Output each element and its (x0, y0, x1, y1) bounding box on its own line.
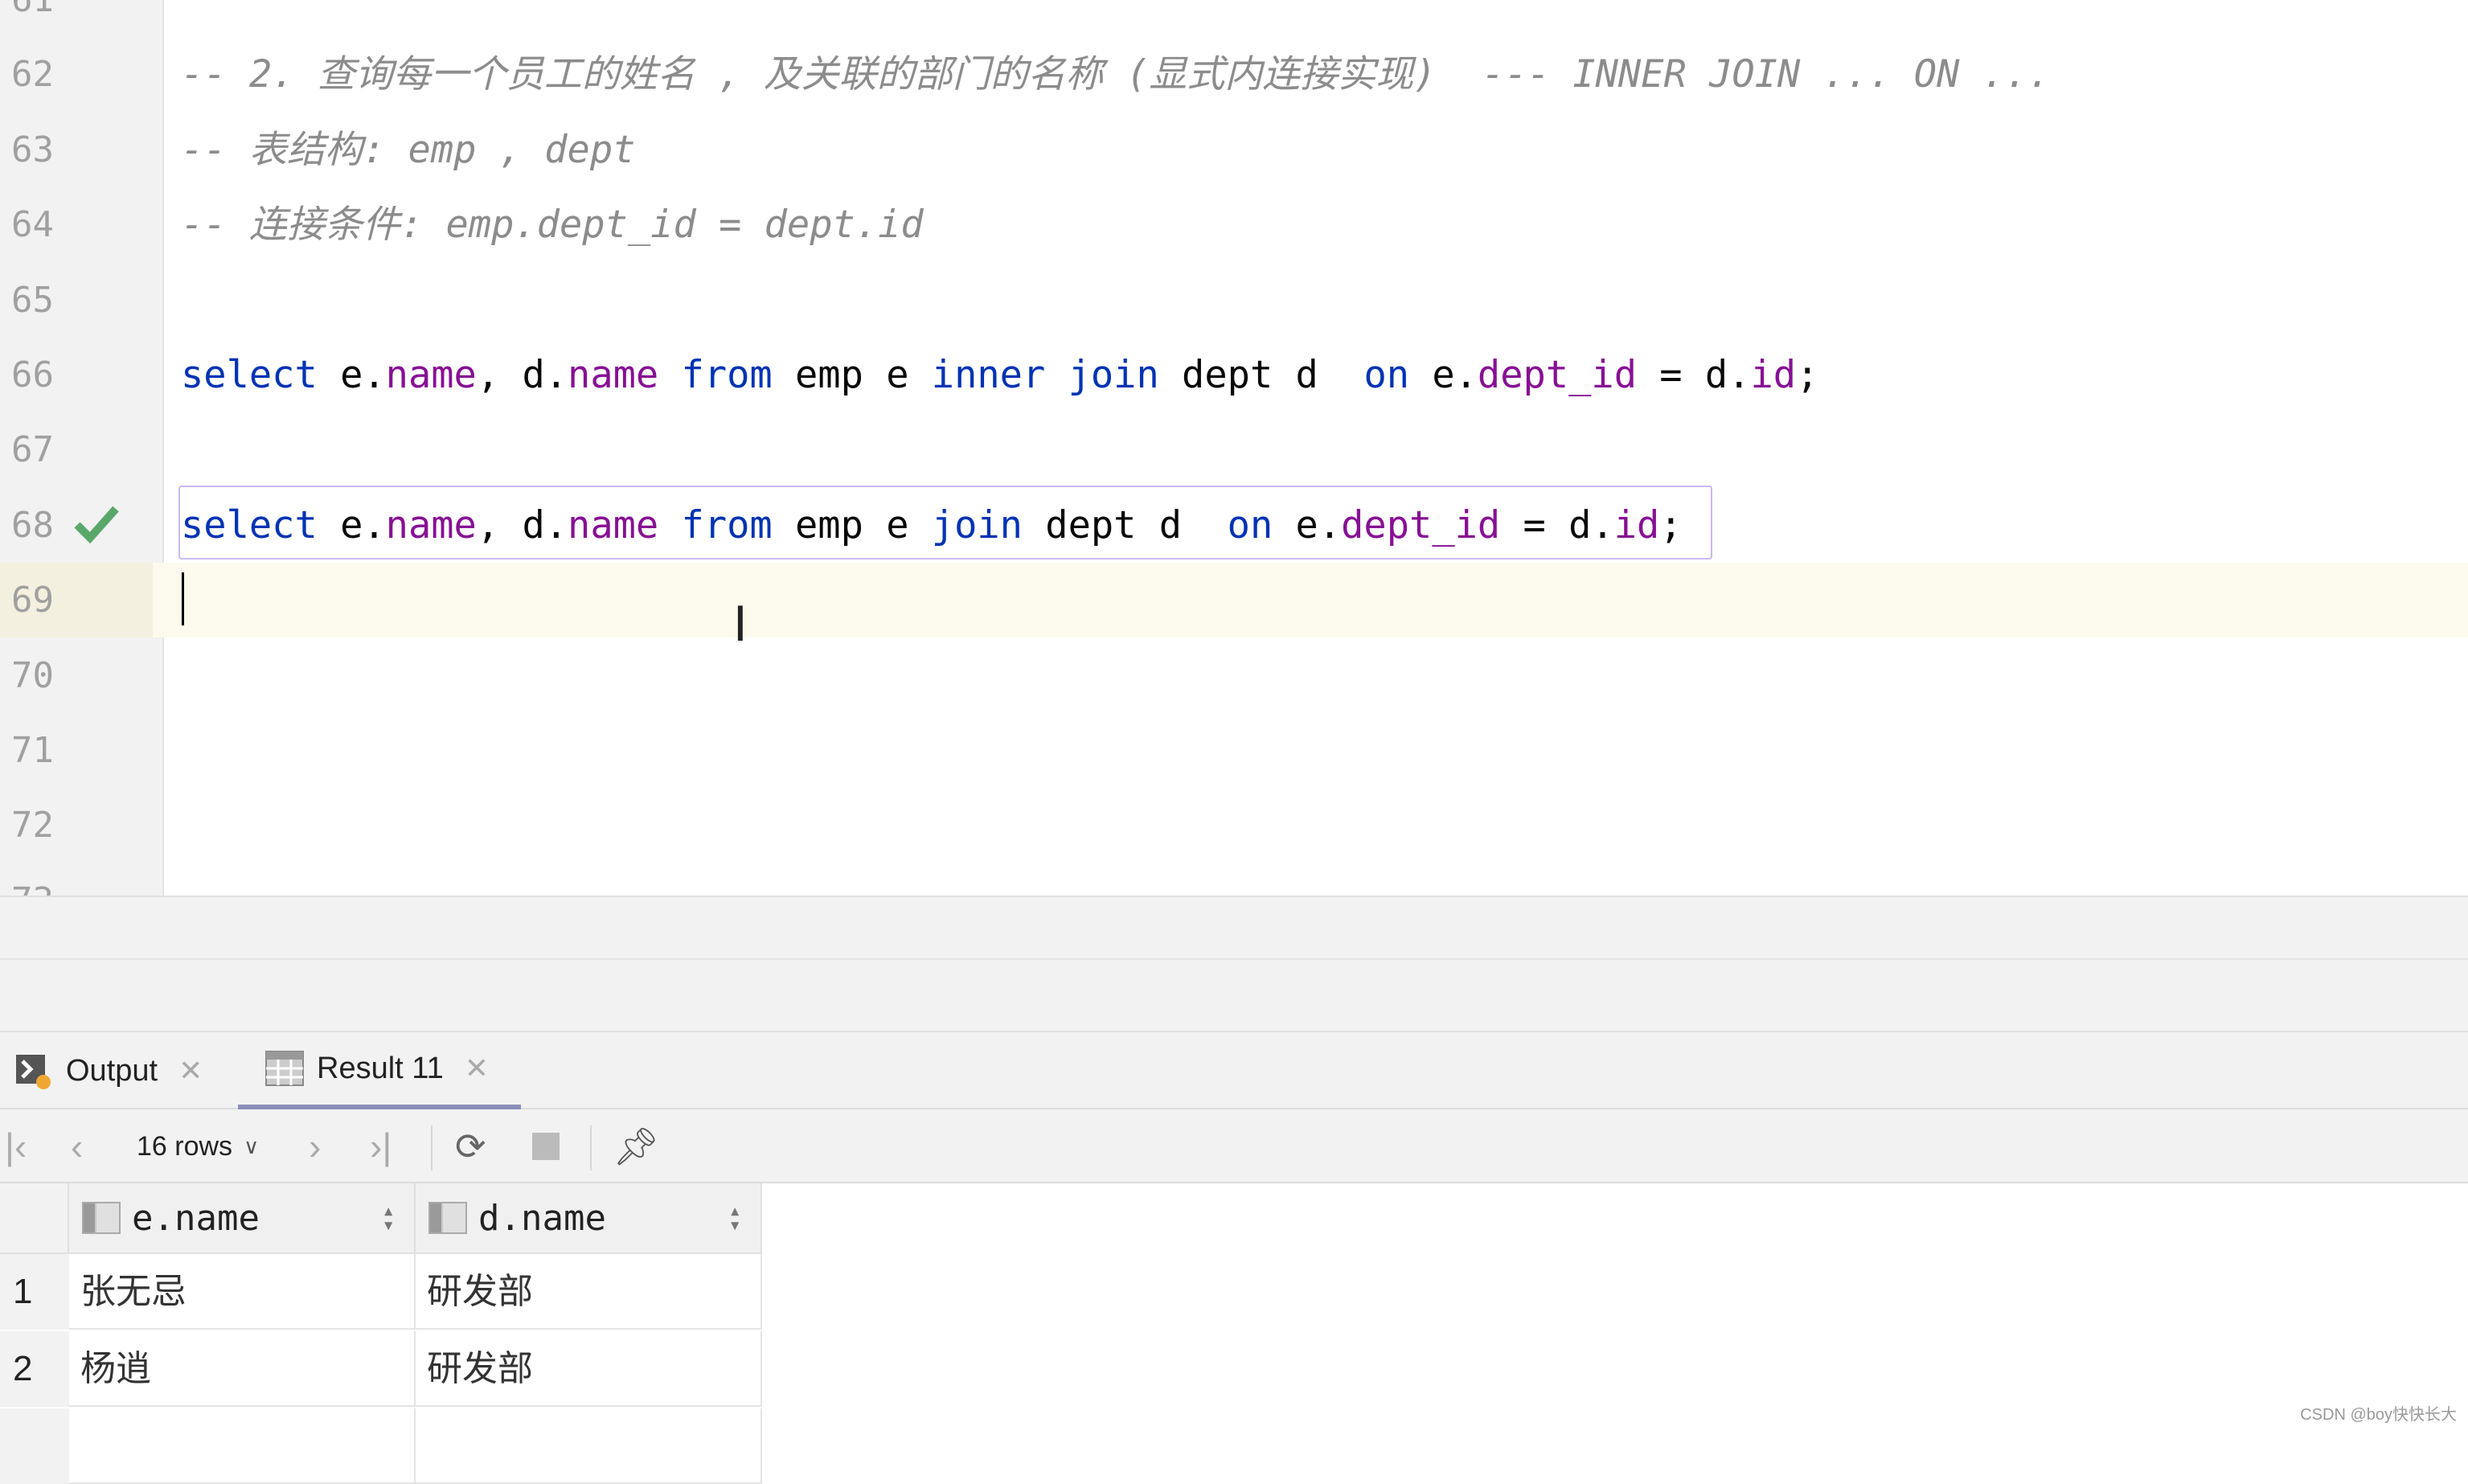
code-line[interactable]: 62 -- 2. 查询每一个员工的姓名 , 及关联的部门的名称 (显式内连接实现)… (0, 37, 2468, 112)
sql-text: , d. (476, 353, 568, 397)
rows-label: 16 rows (137, 1130, 233, 1162)
line-number: 65 (11, 279, 54, 321)
table-cell[interactable] (416, 1408, 762, 1484)
code-line[interactable]: 66 select e.name, d.name from emp e inner… (0, 338, 2468, 412)
sql-field: id (1750, 353, 1797, 397)
sql-text: = d. (1637, 353, 1751, 397)
statement-highlight (178, 486, 1712, 560)
sql-text: dept d (1158, 353, 1364, 397)
table-cell[interactable] (69, 1408, 416, 1484)
close-icon[interactable]: ✕ (465, 1052, 489, 1085)
sql-field: dept_id (1477, 353, 1637, 397)
previous-page-icon[interactable]: ‹ (71, 1109, 83, 1183)
line-number: 63 (11, 129, 54, 170)
table-cell[interactable]: 张无忌 (69, 1254, 416, 1330)
console-icon (16, 1055, 51, 1089)
code-line[interactable]: 69 (0, 563, 2468, 638)
row-number: 2 (0, 1331, 69, 1407)
line-number: 67 (11, 429, 54, 471)
toolbar-divider (590, 1125, 592, 1170)
code-text: -- 连接条件: emp.dept_id = dept.id (181, 203, 924, 248)
column-icon (82, 1202, 121, 1234)
line-number: 66 (11, 355, 54, 396)
sql-field: name (385, 353, 477, 397)
sql-keyword: on (1363, 353, 1410, 397)
toolbar-divider (431, 1125, 433, 1170)
table-cell[interactable]: 杨逍 (69, 1331, 416, 1407)
row-number: 1 (0, 1254, 69, 1330)
row-number (0, 1408, 69, 1484)
column-header-label: d.name (478, 1197, 606, 1239)
sql-text: ; (1796, 353, 1819, 397)
line-number: 71 (11, 730, 54, 771)
sql-keyword: select (181, 353, 318, 397)
code-line[interactable]: 70 (0, 638, 2468, 713)
close-icon[interactable]: ✕ (178, 1054, 203, 1088)
code-line[interactable]: 61 (0, 0, 2468, 37)
table-icon (265, 1051, 304, 1086)
column-icon (428, 1202, 467, 1234)
refresh-icon[interactable]: ⟳ (455, 1109, 486, 1183)
table-cell[interactable]: 研发部 (416, 1254, 762, 1330)
code-text: -- 2. 查询每一个员工的姓名 , 及关联的部门的名称 (显式内连接实现) -… (181, 52, 2051, 97)
code-line[interactable]: 71 (0, 713, 2468, 788)
line-number: 64 (11, 204, 54, 246)
line-number: 73 (11, 863, 59, 896)
panel-divider[interactable] (0, 960, 2468, 1032)
ibeam-cursor-icon: I (733, 596, 748, 653)
first-page-icon[interactable]: |‹ (5, 1109, 27, 1183)
code-text: -- 表结构: emp , dept (181, 127, 636, 172)
code-editor[interactable]: 61 62 -- 2. 查询每一个员工的姓名 , 及关联的部门的名称 (显式内连接实… (0, 0, 2468, 896)
code-line[interactable]: 64 -- 连接条件: emp.dept_id = dept.id (0, 187, 2468, 262)
corner-cell (0, 1183, 69, 1254)
next-page-icon[interactable]: › (309, 1109, 321, 1183)
tab-label: Output (66, 1053, 158, 1088)
last-page-icon[interactable]: ›| (370, 1109, 392, 1183)
tab-label: Result 11 (317, 1051, 444, 1085)
tab-result[interactable]: Result 11 ✕ (238, 1032, 521, 1109)
sort-icon[interactable]: ▴ ▾ (382, 1200, 395, 1236)
sql-keyword: inner join (931, 353, 1159, 397)
sql-text: e. (317, 353, 386, 397)
line-number: 70 (11, 654, 54, 696)
rows-dropdown[interactable]: 16 rows ∨ (137, 1109, 259, 1183)
stop-icon[interactable] (532, 1109, 560, 1183)
sort-icon[interactable]: ▴ ▾ (728, 1200, 741, 1236)
results-tab-bar: Output ✕ Result 11 ✕ (0, 1032, 2468, 1109)
column-header[interactable]: e.name ▴ ▾ (69, 1183, 416, 1254)
chevron-down-icon: ∨ (244, 1133, 260, 1158)
code-line[interactable]: 67 (0, 412, 2468, 487)
code-line[interactable]: 73 (0, 863, 2468, 896)
pin-icon[interactable]: 📌︎ (613, 1109, 659, 1183)
sql-field: name (568, 353, 659, 397)
tab-output[interactable]: Output ✕ (14, 1032, 203, 1109)
watermark: CSDN @boy快快长大 (2300, 1406, 2457, 1424)
line-number: 61 (11, 0, 59, 37)
code-line[interactable]: 63 -- 表结构: emp , dept (0, 113, 2468, 187)
line-number: 68 (11, 504, 54, 546)
column-header-label: e.name (132, 1197, 260, 1239)
column-header[interactable]: d.name ▴ ▾ (416, 1183, 762, 1254)
text-caret (182, 572, 184, 625)
editor-status-strip (0, 896, 2468, 960)
sql-text: emp e (772, 353, 932, 397)
line-number: 72 (11, 805, 54, 847)
sql-keyword: from (681, 353, 773, 397)
code-line[interactable]: 65 (0, 263, 2468, 338)
check-icon (74, 506, 119, 544)
results-toolbar: |‹ ‹ 16 rows ∨ › ›| ⟳ 📌︎ (0, 1109, 2468, 1183)
line-number: 69 (0, 563, 153, 638)
line-number: 62 (11, 54, 54, 96)
code-line[interactable]: 72 (0, 788, 2468, 863)
code-text: select e.name, d.name from emp e inner j… (181, 338, 1818, 412)
table-cell[interactable]: 研发部 (416, 1331, 762, 1407)
sql-text: e. (1409, 353, 1478, 397)
